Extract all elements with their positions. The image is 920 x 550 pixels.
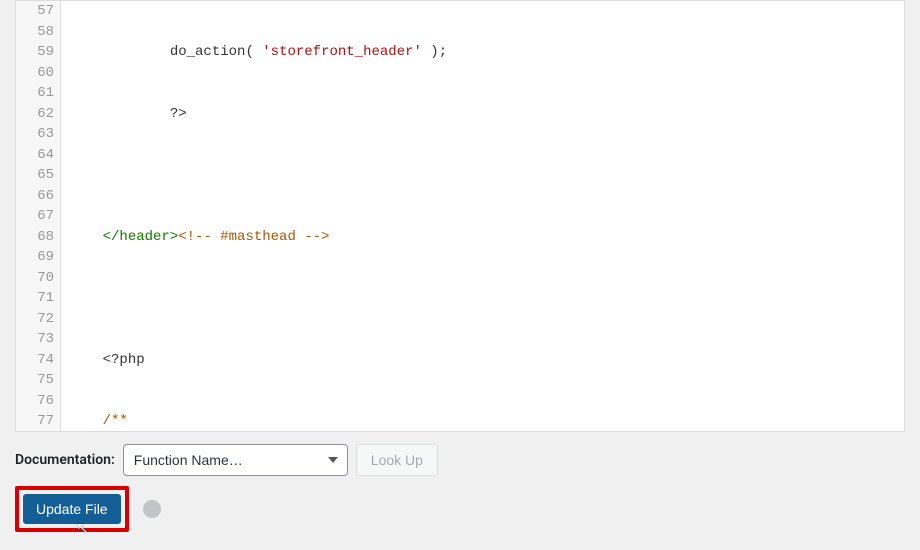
code-line: do_action( 'storefront_header' ); xyxy=(69,42,548,63)
update-file-highlight: Update File xyxy=(15,486,129,532)
update-file-button[interactable]: Update File xyxy=(23,494,121,524)
code-line: /** xyxy=(69,411,548,431)
code-line: </header><!-- #masthead --> xyxy=(69,227,548,248)
code-line xyxy=(69,288,548,309)
line-number-gutter: 57 58 59 60 61 62 63 64 65 66 67 68 69 7… xyxy=(16,1,61,431)
code-pane[interactable]: do_action( 'storefront_header' ); ?> </h… xyxy=(61,1,556,431)
lookup-button[interactable]: Look Up xyxy=(356,444,438,476)
spinner-icon xyxy=(143,500,161,518)
code-line: <?php xyxy=(69,350,548,371)
code-editor[interactable]: 57 58 59 60 61 62 63 64 65 66 67 68 69 7… xyxy=(15,0,905,432)
code-line: ?> xyxy=(69,104,548,125)
documentation-bar: Documentation: Function Name… Look Up xyxy=(0,432,920,476)
function-name-select[interactable]: Function Name… xyxy=(123,444,348,476)
code-line xyxy=(69,165,548,186)
documentation-label: Documentation: xyxy=(15,452,115,468)
